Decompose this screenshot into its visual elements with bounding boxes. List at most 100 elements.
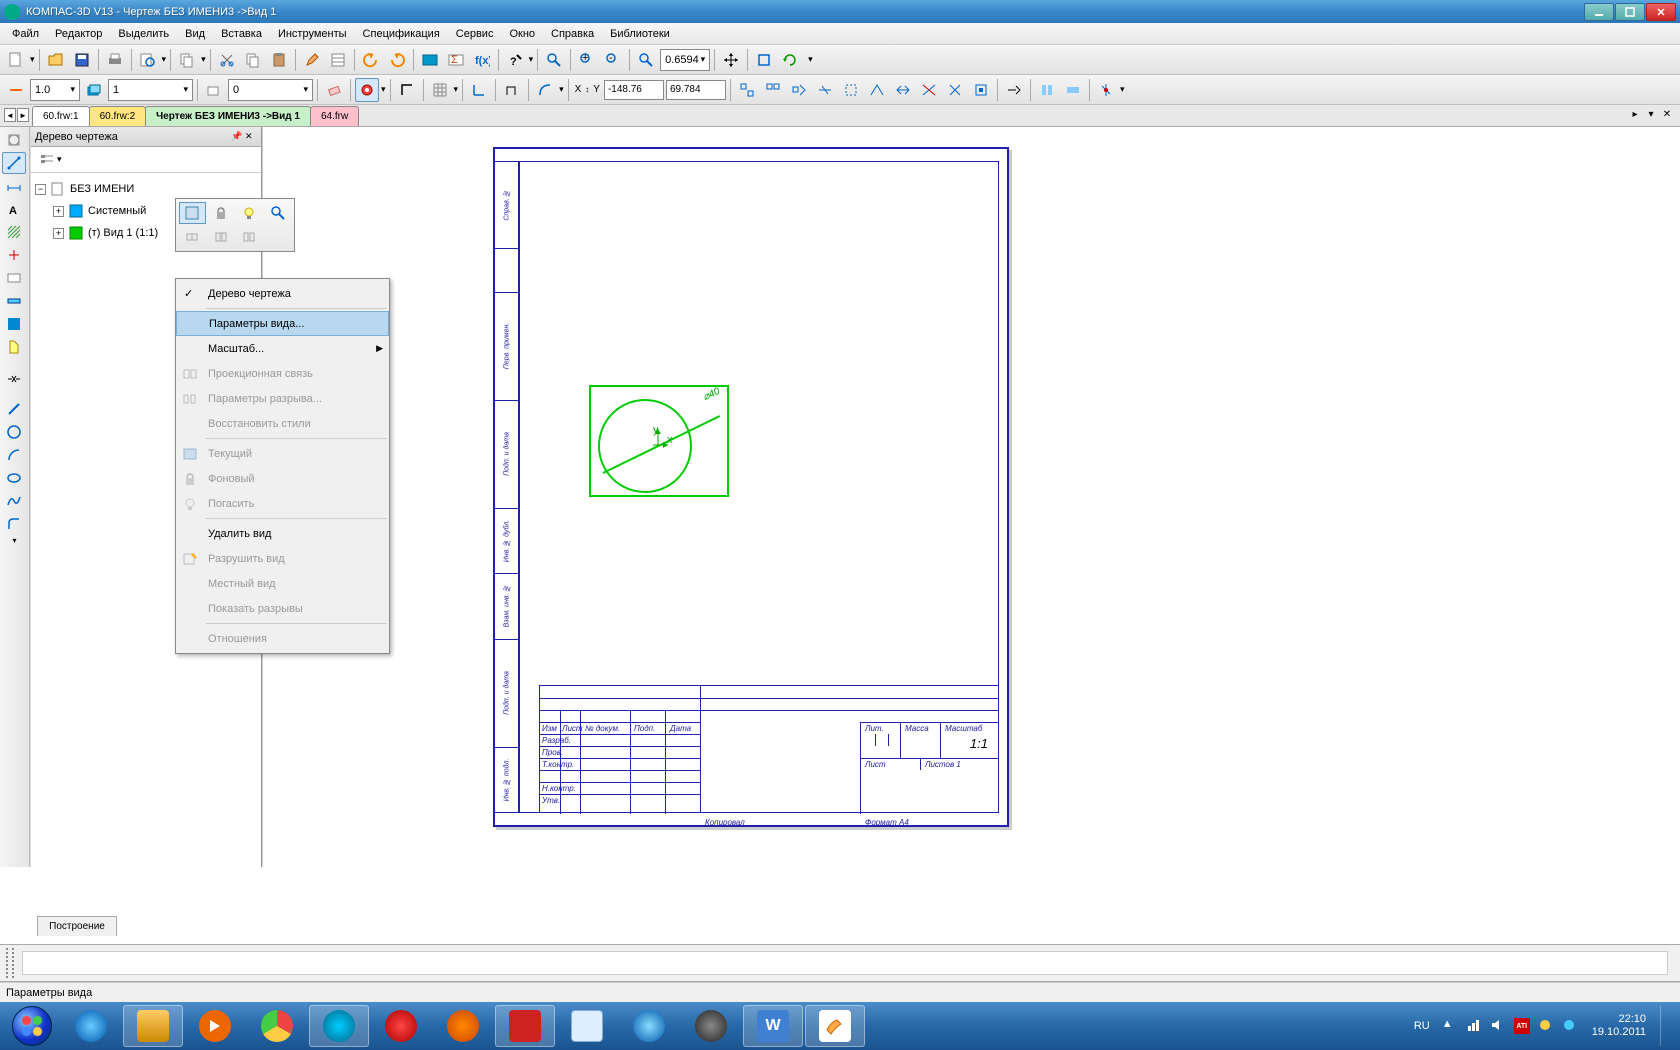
taskbar-notepad[interactable] [557,1005,617,1047]
menu-insert[interactable]: Вставка [213,26,270,42]
text-icon[interactable]: A [2,198,26,220]
point-icon[interactable] [2,152,26,174]
variables-icon[interactable]: Σ [444,48,468,72]
maximize-button[interactable] [1615,3,1645,21]
redraw-icon[interactable] [778,48,802,72]
ctx-show-breaks[interactable]: Показать разрывы [176,596,389,621]
lang-indicator[interactable]: RU [1410,1018,1434,1034]
ortho-icon[interactable] [395,78,419,102]
undo-icon[interactable] [359,48,383,72]
doctab-2[interactable]: 60.frw:2 [89,106,147,126]
zoom-in-icon[interactable]: + [575,48,599,72]
ctx-current[interactable]: Текущий [176,441,389,466]
thickness-field[interactable]: 1.0▾ [30,79,80,101]
ctx-relations[interactable]: Отношения [176,626,389,651]
menu-window[interactable]: Окно [501,26,543,42]
coord-y-field[interactable]: 69.784 [666,80,726,100]
step-field[interactable]: 1▾ [108,79,193,101]
brush-icon[interactable] [300,48,324,72]
save-icon[interactable] [70,48,94,72]
edit2-icon[interactable] [761,78,785,102]
state-link-icon[interactable] [179,226,206,248]
tree-close-icon[interactable]: ✕ [245,131,257,143]
edit12-icon[interactable] [1035,78,1059,102]
zoom-fit-icon[interactable] [752,48,776,72]
taskbar-word[interactable]: W [743,1005,803,1047]
spec-icon[interactable] [2,336,26,358]
help-icon[interactable]: ? [503,48,527,72]
taskbar-wmp[interactable] [185,1005,245,1047]
layer-icon[interactable] [82,78,106,102]
zoom-field[interactable]: 0.6594▾ [660,49,710,71]
tray-vol-icon[interactable] [1490,1018,1506,1034]
tray-flag-icon[interactable]: ▲ [1442,1018,1458,1034]
propbar-grip[interactable] [6,948,14,978]
state-break-icon[interactable] [208,226,235,248]
taskbar-app2[interactable] [619,1005,679,1047]
ctx-local-view[interactable]: Местный вид [176,571,389,596]
edit3-icon[interactable] [787,78,811,102]
tray-net-icon[interactable] [1466,1018,1482,1034]
select-icon[interactable] [2,313,26,335]
copy-icon[interactable] [241,48,265,72]
taskbar-app3[interactable] [681,1005,741,1047]
arc-icon[interactable] [2,444,26,466]
taskbar-chrome[interactable] [247,1005,307,1047]
taskbar-app1[interactable] [495,1005,555,1047]
edit6-icon[interactable] [865,78,889,102]
cut-icon[interactable] [215,48,239,72]
manager-icon[interactable] [418,48,442,72]
copy-props-icon[interactable] [175,48,199,72]
ctx-view-params[interactable]: Параметры вида... [176,311,389,336]
tabs-menu-icon[interactable]: ▾ [1644,107,1658,121]
ctx-proj-link[interactable]: Проекционная связь [176,361,389,386]
edit9-icon[interactable] [943,78,967,102]
redo-icon[interactable] [385,48,409,72]
edit7-icon[interactable] [891,78,915,102]
circle-icon[interactable] [2,421,26,443]
state-zoom-icon[interactable] [265,202,292,224]
ctx-hide[interactable]: Погасить [176,491,389,516]
paste-icon[interactable] [267,48,291,72]
zoom-out-icon[interactable]: - [601,48,625,72]
state-split-icon[interactable] [236,226,263,248]
minimize-button[interactable] [1584,3,1614,21]
taskbar-clock[interactable]: 22:10 19.10.2011 [1586,1013,1652,1039]
close-button[interactable] [1646,3,1676,21]
ctx-background[interactable]: Фоновый [176,466,389,491]
taskbar-ie[interactable] [61,1005,121,1047]
drawing-canvas[interactable]: Справ. № Перв. примен. Подп. и дата Инв.… [262,127,1680,867]
grid-icon[interactable] [428,78,452,102]
ctx-destroy-view[interactable]: Разрушить вид [176,546,389,571]
val0-field[interactable]: 0▾ [228,79,313,101]
hatch-icon[interactable] [2,221,26,243]
tray-misc2-icon[interactable] [1562,1018,1578,1034]
properties-icon[interactable] [326,48,350,72]
menu-spec[interactable]: Спецификация [355,26,448,42]
menu-file[interactable]: Файл [4,26,47,42]
ellipse-icon[interactable] [2,467,26,489]
ctx-restore-styles[interactable]: Восстановить стили [176,411,389,436]
tray-ati-icon[interactable]: ATI [1514,1018,1530,1034]
tabs-close-icon[interactable]: ✕ [1660,107,1674,121]
geom-panel-icon[interactable] [2,129,26,151]
ortho-draw-icon[interactable] [500,78,524,102]
pan-icon[interactable] [719,48,743,72]
state-lock-icon[interactable] [208,202,235,224]
fillet-icon[interactable] [2,513,26,535]
new-icon[interactable] [4,48,28,72]
open-icon[interactable] [44,48,68,72]
tab-nav-right[interactable]: ► [17,108,29,122]
param-icon[interactable] [2,267,26,289]
menu-editor[interactable]: Редактор [47,26,110,42]
taskbar-opera[interactable] [371,1005,431,1047]
coord-x-field[interactable]: -148.76 [604,80,664,100]
ctx-scale[interactable]: Масштаб... ▶ [176,336,389,361]
edit5-icon[interactable] [839,78,863,102]
tabs-list-icon[interactable]: ▸ [1628,107,1642,121]
print-icon[interactable] [103,48,127,72]
ctx-break-params[interactable]: Параметры разрыва... [176,386,389,411]
property-field[interactable] [22,951,1668,975]
menu-libs[interactable]: Библиотеки [602,26,678,42]
state-current-icon[interactable] [179,202,206,224]
